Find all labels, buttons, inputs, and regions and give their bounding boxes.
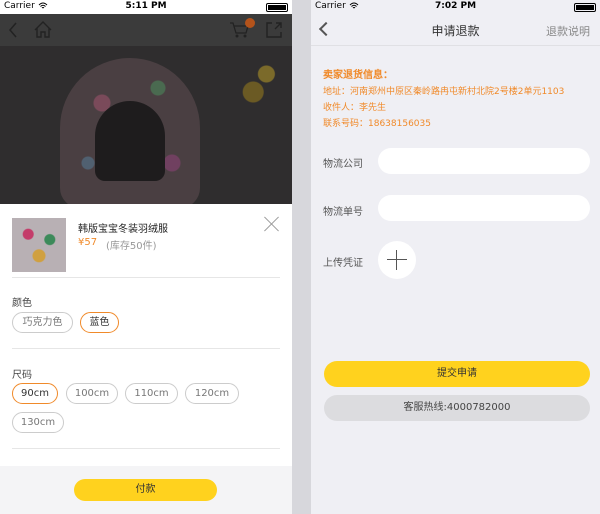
divider — [12, 448, 280, 449]
size-option-100[interactable]: 100cm — [66, 383, 118, 404]
pay-button[interactable]: 付款 — [74, 479, 217, 501]
product-stock: (库存50件) — [106, 241, 157, 252]
home-icon[interactable] — [34, 21, 52, 38]
submit-request-button[interactable]: 提交申请 — [324, 361, 590, 387]
status-bar: Carrier 7:02 PM — [311, 0, 600, 14]
divider — [12, 277, 280, 278]
status-time: 5:11 PM — [125, 1, 167, 11]
logistics-company-input[interactable] — [378, 148, 590, 174]
logistics-company-label: 物流公司 — [323, 159, 363, 170]
share-icon[interactable] — [265, 21, 283, 39]
spec-selector-sheet: 韩版宝宝冬装羽绒服 ¥57 (库存50件) 颜色 巧克力色 蓝色 尺码 90cm… — [0, 204, 292, 514]
close-icon[interactable] — [264, 216, 280, 232]
seller-address: 地址：河南郑州中原区秦岭路冉屯新村北院2号楼2单元1103 — [323, 87, 565, 97]
seller-contact: 收件人：李先生 — [323, 103, 387, 113]
product-title: 韩版宝宝冬装羽绒服 — [78, 224, 168, 235]
seller-info-heading: 卖家退货信息： — [323, 70, 393, 81]
nav-bar: 申请退款 退款说明 — [311, 14, 600, 46]
tracking-number-label: 物流单号 — [323, 207, 363, 218]
bottom-bar: 付款 — [0, 466, 292, 514]
seller-phone: 联系号码：18638156035 — [323, 119, 431, 129]
product-toolbar: 2 — [0, 14, 292, 46]
size-option-110[interactable]: 110cm — [125, 383, 178, 404]
color-option-chocolate[interactable]: 巧克力色 — [12, 312, 73, 333]
upload-proof-label: 上传凭证 — [323, 258, 363, 269]
color-label: 颜色 — [12, 298, 32, 309]
color-option-blue[interactable]: 蓝色 — [80, 312, 119, 333]
back-icon[interactable] — [8, 22, 18, 38]
battery-icon — [266, 3, 288, 12]
jacket-hood-opening — [95, 101, 165, 181]
tracking-number-input[interactable] — [378, 195, 590, 221]
size-option-130[interactable]: 130cm — [12, 412, 64, 433]
cart-badge: 2 — [245, 18, 255, 28]
seller-return-info: 卖家退货信息： 地址：河南郑州中原区秦岭路冉屯新村北院2号楼2单元1103 收件… — [323, 68, 564, 132]
size-label: 尺码 — [12, 370, 32, 381]
toy-decoration — [240, 56, 284, 116]
refund-explanation-link[interactable]: 退款说明 — [546, 23, 590, 39]
product-thumbnail — [12, 218, 66, 272]
battery-icon — [574, 3, 596, 12]
refund-request-screen: Carrier 7:02 PM 申请退款 退款说明 卖家退货信息： 地址：河南郑… — [311, 0, 600, 514]
plus-icon[interactable] — [378, 241, 416, 279]
size-option-120[interactable]: 120cm — [185, 383, 239, 404]
status-time: 7:02 PM — [434, 1, 477, 11]
customer-hotline-button[interactable]: 客服热线:4000782000 — [324, 395, 590, 421]
product-spec-screen: Carrier 5:11 PM 2 韩版宝宝冬装羽绒服 ¥57 (库存50件) … — [0, 0, 292, 514]
size-option-90[interactable]: 90cm — [12, 383, 58, 404]
screen-gap — [292, 0, 311, 514]
product-price: ¥57 — [78, 237, 98, 248]
divider — [12, 348, 280, 349]
status-bar: Carrier 5:11 PM — [0, 0, 292, 14]
product-photo — [0, 46, 292, 204]
